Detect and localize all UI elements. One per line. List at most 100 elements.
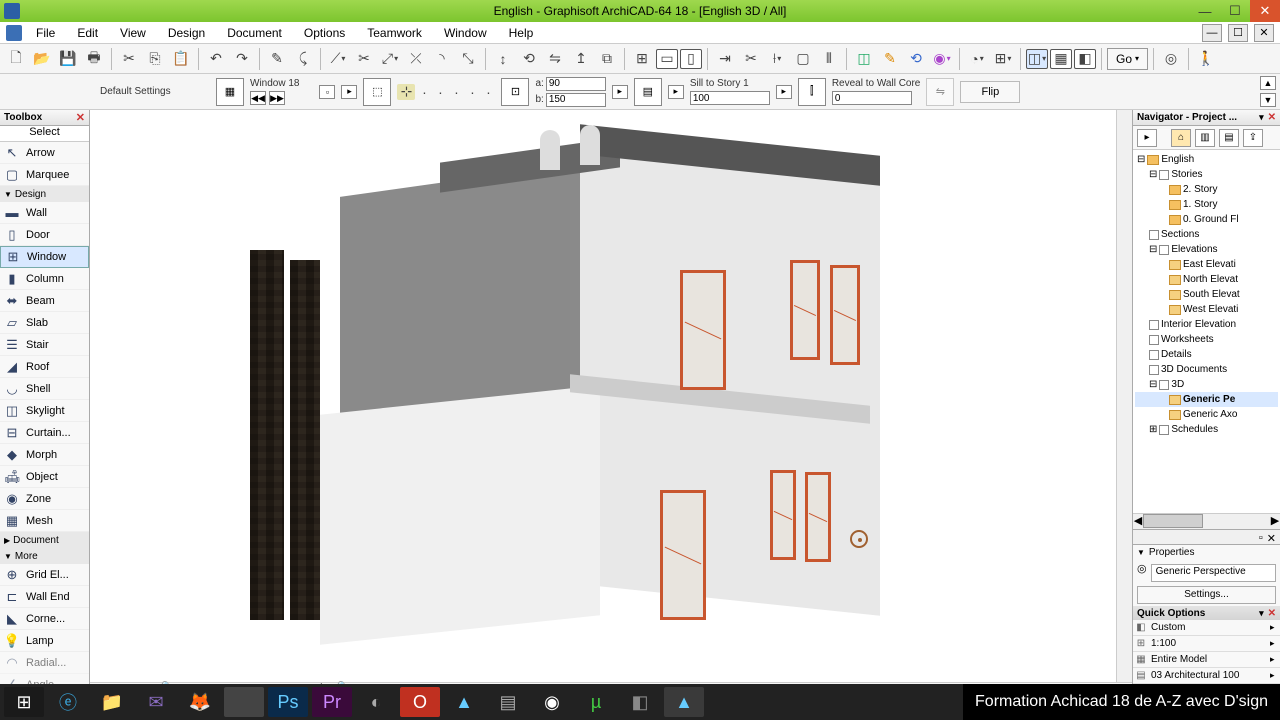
infobox-scroll-up[interactable]: ▲ bbox=[1260, 76, 1276, 90]
edit-sel-button[interactable]: ⇥ bbox=[713, 47, 737, 71]
menu-help[interactable]: Help bbox=[501, 24, 542, 42]
view-3d-button[interactable]: ◔▾ bbox=[965, 47, 989, 71]
adjust-button[interactable]: ⤢▾ bbox=[378, 47, 402, 71]
start-button[interactable]: ⊞ bbox=[4, 687, 44, 717]
nav-tab-popup[interactable]: ▸ bbox=[1137, 129, 1157, 147]
tool-window[interactable]: ⊞Window bbox=[0, 246, 89, 268]
menu-edit[interactable]: Edit bbox=[69, 24, 106, 42]
inject-button[interactable]: ⤹ bbox=[291, 47, 315, 71]
qo-menu-icon[interactable]: ▾ bbox=[1259, 608, 1264, 619]
copy-button[interactable]: ⎘ bbox=[143, 47, 167, 71]
app-icon-1[interactable]: ◐ bbox=[356, 687, 396, 717]
tool-stair[interactable]: ☰Stair bbox=[0, 334, 89, 356]
mdi-minimize-button[interactable]: — bbox=[1202, 24, 1222, 42]
tool-mesh[interactable]: ▦Mesh bbox=[0, 510, 89, 532]
default-settings-label[interactable]: Default Settings bbox=[100, 86, 210, 97]
qo-row-pens[interactable]: ▤03 Architectural 100▸ bbox=[1133, 668, 1280, 684]
fillet-button[interactable]: ◝ bbox=[430, 47, 454, 71]
menu-teamwork[interactable]: Teamwork bbox=[359, 24, 430, 42]
qo-row-mvo[interactable]: ◧Custom▸ bbox=[1133, 620, 1280, 636]
tool-wall[interactable]: ▬Wall bbox=[0, 202, 89, 224]
open-button[interactable]: 📂 bbox=[30, 47, 54, 71]
intersect-button[interactable]: ⤫ bbox=[404, 47, 428, 71]
marquee-3d-button[interactable]: ▢ bbox=[791, 47, 815, 71]
tool-corner[interactable]: ◣Corne... bbox=[0, 608, 89, 630]
tool-column[interactable]: ▮Column bbox=[0, 268, 89, 290]
tool-radial[interactable]: ◠Radial... bbox=[0, 652, 89, 674]
messenger-icon[interactable]: ✉ bbox=[136, 687, 176, 717]
photoshop-icon[interactable]: Ps bbox=[268, 687, 308, 717]
rotate-icon[interactable]: ⟲ bbox=[517, 47, 541, 71]
plot-button[interactable]: 🖶 bbox=[82, 47, 106, 71]
explorer-icon[interactable]: 📁 bbox=[92, 687, 132, 717]
width-input[interactable] bbox=[546, 77, 606, 91]
ungroup-button[interactable]: ▯ bbox=[680, 49, 702, 69]
height-input[interactable] bbox=[546, 93, 606, 107]
pick-button[interactable]: ✎ bbox=[265, 47, 289, 71]
nav-tab-publisher[interactable]: ⇪ bbox=[1243, 129, 1263, 147]
floorplan-button[interactable]: ⊞▾ bbox=[991, 47, 1015, 71]
reveal-icon[interactable]: ⫿ bbox=[798, 78, 826, 106]
3d-viewport[interactable]: ◀ ⊡ ⊞ 🔍+ ▭ ◎ 🔍- ✋ ⟳ 🚶 ◀🔍 🔍▶ ⌄ ⊟ bbox=[90, 110, 1132, 700]
trace-color-button[interactable]: ◉▾ bbox=[930, 47, 954, 71]
vertical-scrollbar[interactable] bbox=[1116, 110, 1132, 682]
drag-icon[interactable]: ↕ bbox=[491, 47, 515, 71]
qo-row-scale[interactable]: ⊞1:100▸ bbox=[1133, 636, 1280, 652]
undo-button[interactable]: ↶ bbox=[204, 47, 228, 71]
sill-toggle[interactable]: ▸ bbox=[668, 85, 684, 99]
axon-button[interactable]: ▦ bbox=[1050, 49, 1072, 69]
anchor-6-icon[interactable]: · bbox=[481, 84, 495, 100]
layer-button[interactable]: ▫ bbox=[319, 85, 335, 99]
close-button[interactable]: ✕ bbox=[1250, 0, 1280, 22]
utorrent-icon[interactable]: µ bbox=[576, 687, 616, 717]
flip-button[interactable]: Flip bbox=[960, 81, 1020, 103]
nav-hscrollbar[interactable]: ◀▶ bbox=[1133, 513, 1280, 529]
tool-arrow[interactable]: ↖Arrow bbox=[0, 142, 89, 164]
tool-shell[interactable]: ◡Shell bbox=[0, 378, 89, 400]
sill-input[interactable] bbox=[690, 91, 770, 105]
infobox-scroll-down[interactable]: ▼ bbox=[1260, 93, 1276, 107]
tool-zone[interactable]: ◉Zone bbox=[0, 488, 89, 510]
new-button[interactable]: 🗋 bbox=[4, 47, 28, 71]
resize-button[interactable]: ⤡ bbox=[456, 47, 480, 71]
tool-lamp[interactable]: 💡Lamp bbox=[0, 630, 89, 652]
sill-arrow[interactable]: ▸ bbox=[776, 85, 792, 99]
dim-arrow[interactable]: ▸ bbox=[612, 85, 628, 99]
anchor-2-icon[interactable]: · bbox=[417, 84, 431, 100]
tool-grid[interactable]: ⊕Grid El... bbox=[0, 564, 89, 586]
cut-button[interactable]: ✂ bbox=[117, 47, 141, 71]
new-view-icon[interactable]: ▫ bbox=[1259, 532, 1263, 542]
anchor-3-icon[interactable]: · bbox=[433, 84, 447, 100]
archicad-icon-2[interactable]: ▲ bbox=[664, 687, 704, 717]
trim-button[interactable]: ⟋▾ bbox=[326, 47, 350, 71]
tool-object[interactable]: 🛋Object bbox=[0, 466, 89, 488]
next-button[interactable]: ▶▶ bbox=[269, 91, 285, 105]
menu-document[interactable]: Document bbox=[219, 24, 290, 42]
tool-marquee[interactable]: ▢Marquee bbox=[0, 164, 89, 186]
settings-icon-button[interactable]: ▦ bbox=[216, 78, 244, 106]
split-button[interactable]: ✂ bbox=[352, 47, 376, 71]
tool-morph[interactable]: ◆Morph bbox=[0, 444, 89, 466]
menu-design[interactable]: Design bbox=[160, 24, 213, 42]
toolbox-close-icon[interactable]: ✕ bbox=[76, 111, 85, 124]
prev-button[interactable]: ◀◀ bbox=[250, 91, 266, 105]
nav-tab-layout[interactable]: ▤ bbox=[1219, 129, 1239, 147]
mirror-icon[interactable]: ⇋ bbox=[543, 47, 567, 71]
premiere-icon[interactable]: Pr bbox=[312, 687, 352, 717]
dim-icon[interactable]: ⊡ bbox=[501, 78, 529, 106]
trace-switch-button[interactable]: ⟲ bbox=[904, 47, 928, 71]
menu-file[interactable]: File bbox=[28, 24, 63, 42]
tool-beam[interactable]: ⬌Beam bbox=[0, 290, 89, 312]
paste-button[interactable]: 📋 bbox=[169, 47, 193, 71]
archicad-icon-1[interactable]: ▲ bbox=[444, 687, 484, 717]
tool-roof[interactable]: ◢Roof bbox=[0, 356, 89, 378]
layer-arrow[interactable]: ▸ bbox=[341, 85, 357, 99]
sill-icon[interactable]: ▤ bbox=[634, 78, 662, 106]
tool-door[interactable]: ▯Door bbox=[0, 224, 89, 246]
menu-window[interactable]: Window bbox=[436, 24, 495, 42]
walk-icon[interactable]: 🚶 bbox=[1194, 47, 1218, 71]
group-button[interactable]: ▭ bbox=[656, 49, 678, 69]
qo-close-icon[interactable]: ✕ bbox=[1268, 608, 1276, 619]
mdi-close-button[interactable]: ✕ bbox=[1254, 24, 1274, 42]
tool-curtain[interactable]: ⊟Curtain... bbox=[0, 422, 89, 444]
